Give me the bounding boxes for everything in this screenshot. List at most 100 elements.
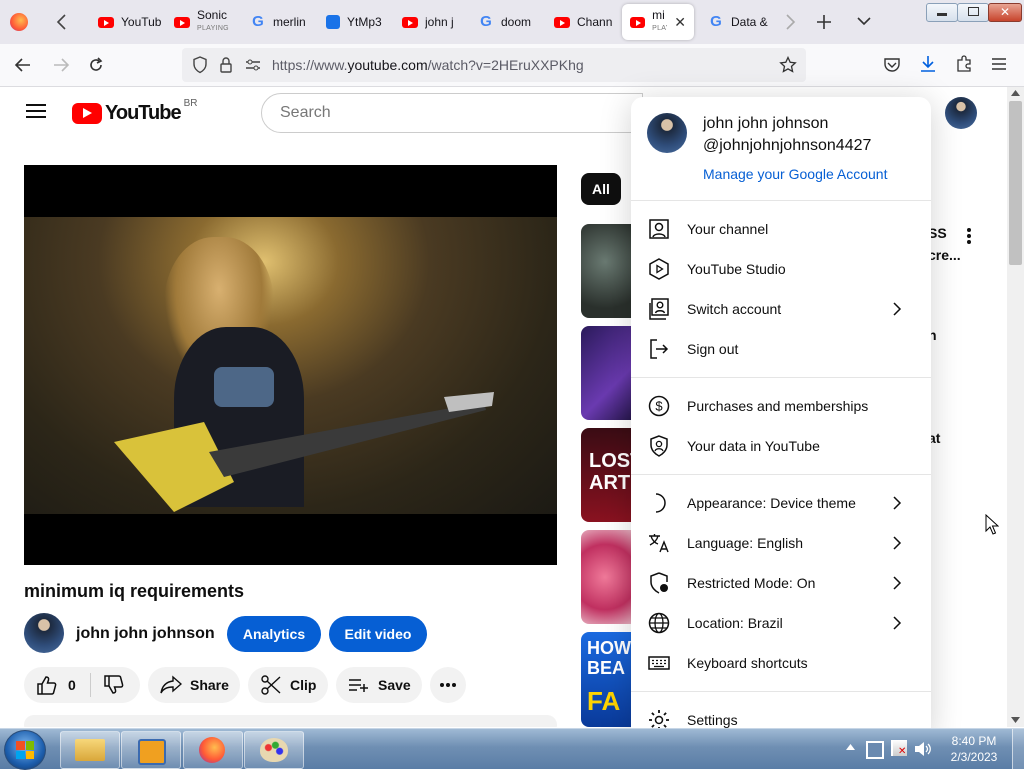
video-player[interactable] [24,165,557,565]
description-box[interactable] [24,715,557,727]
browser-tab[interactable]: YtMp3 [326,4,387,40]
list-all-tabs-icon[interactable] [855,14,873,28]
youtube-icon [402,16,418,28]
hamburger-menu-icon[interactable] [991,56,1007,72]
scroll-down-arrow-icon[interactable] [1011,717,1020,723]
windows-taskbar: ✕ 8:40 PM 2/3/2023 [0,728,1024,770]
search-input[interactable] [278,103,622,123]
menu-divider [631,474,931,475]
chevron-right-icon [893,576,902,590]
browser-tab[interactable]: YouTube [98,4,161,40]
tab-title: merlin [273,15,306,29]
tab-playing-label: PLAYING [652,25,667,32]
scrollbar-thumb[interactable] [1009,101,1022,265]
menu-item-your-data[interactable]: Your data in YouTube [631,426,931,466]
browser-tab[interactable]: G Data & [708,4,771,40]
menu-item-youtube-studio[interactable]: YouTube Studio [631,249,931,289]
menu-item-purchases[interactable]: $ Purchases and memberships [631,386,931,426]
network-icon[interactable] [866,741,884,759]
edit-video-button[interactable]: Edit video [329,616,427,652]
youtube-logo[interactable]: YouTube BR [72,98,197,125]
sign-out-icon [650,339,669,359]
browser-tab-active[interactable]: mi PLAYING ✕ [622,4,694,40]
pocket-icon[interactable] [883,56,901,74]
clip-label: Clip [290,677,317,693]
share-button[interactable]: Share [148,667,240,703]
taskbar-paint-button[interactable] [244,731,304,769]
show-hidden-icons-arrow[interactable] [846,744,855,750]
permissions-icon[interactable] [245,58,261,72]
url-text[interactable]: https://www.youtube.com/watch?v=2HEruXXP… [272,57,584,73]
mouse-cursor-icon [985,514,999,536]
save-button[interactable]: Save [336,667,422,703]
scroll-up-arrow-icon[interactable] [1011,90,1020,96]
thumbs-up-icon [37,676,57,695]
browser-tab[interactable]: G doom [478,4,541,40]
channel-name[interactable]: john john johnson [76,625,215,643]
menu-item-label: Appearance: Device theme [687,495,856,511]
volume-icon[interactable] [914,741,932,757]
search-box[interactable] [261,93,643,133]
taskbar-firefox-button[interactable] [183,731,243,769]
back-arrow-icon[interactable] [14,56,32,74]
more-actions-button[interactable] [430,667,466,703]
menu-divider [631,377,931,378]
start-button[interactable] [4,730,46,770]
lock-icon[interactable] [219,56,233,74]
menu-item-keyboard-shortcuts[interactable]: Keyboard shortcuts [631,643,931,683]
more-vertical-icon[interactable] [966,227,972,245]
restore-window-button[interactable] [957,3,989,22]
browser-tab[interactable]: john j [402,4,465,40]
page-scrollbar[interactable] [1007,87,1024,727]
address-bar[interactable]: https://www.youtube.com/watch?v=2HEruXXP… [182,48,806,82]
menu-item-appearance[interactable]: Appearance: Device theme [631,483,931,523]
browser-tab[interactable]: G merlin [250,4,313,40]
extensions-icon[interactable] [955,55,973,73]
menu-item-label: Settings [687,712,738,728]
menu-item-your-channel[interactable]: Your channel [631,209,931,249]
close-window-button[interactable]: ✕ [988,3,1022,22]
menu-item-switch-account[interactable]: Switch account [631,289,931,329]
avatar[interactable] [945,97,977,129]
firefox-menu-icon[interactable] [10,13,28,31]
channel-avatar[interactable] [24,613,64,653]
clock[interactable]: 8:40 PM 2/3/2023 [944,733,1004,765]
action-center-flag-icon[interactable]: ✕ [891,740,907,757]
google-icon: G [710,13,722,30]
minimize-window-button[interactable] [926,3,958,22]
video-title: minimum iq requirements [24,581,245,601]
browser-tab[interactable]: Sonic PLAYING [174,4,237,40]
tab-scroll-right-icon[interactable] [782,12,798,32]
person-icon [649,219,669,239]
taskbar-media-player-button[interactable] [121,731,181,769]
menu-item-sign-out[interactable]: Sign out [631,329,931,369]
tab-scroll-left-icon[interactable] [54,12,70,32]
downloads-icon[interactable] [919,55,937,73]
tracking-shield-icon[interactable] [192,56,208,74]
clip-button[interactable]: Clip [248,667,328,703]
show-desktop-button[interactable] [1012,729,1024,769]
dislike-button[interactable] [91,674,125,696]
taskbar-explorer-button[interactable] [60,731,120,769]
bookmark-star-icon[interactable] [779,56,797,74]
menu-item-label: Language: English [687,535,803,551]
youtube-logo-icon [72,103,102,124]
forward-arrow-icon[interactable] [52,56,70,74]
menu-item-label: Location: Brazil [687,615,783,631]
guide-menu-icon[interactable] [26,103,46,119]
browser-tab[interactable]: Chann [554,4,617,40]
menu-divider [631,200,931,201]
menu-item-language[interactable]: Language: English [631,523,931,563]
switch-account-icon [649,298,669,320]
manage-google-account-link[interactable]: Manage your Google Account [703,166,887,182]
new-tab-icon[interactable] [815,13,833,31]
tab-title: YouTube [121,15,161,29]
like-button[interactable]: 0 [24,674,76,696]
chip-all[interactable]: All [581,173,621,205]
like-count: 0 [68,677,76,693]
reload-icon[interactable] [87,56,105,74]
analytics-button[interactable]: Analytics [227,616,321,652]
menu-item-restricted-mode[interactable]: Restricted Mode: On [631,563,931,603]
close-tab-icon[interactable]: ✕ [674,14,686,31]
menu-item-location[interactable]: Location: Brazil [631,603,931,643]
